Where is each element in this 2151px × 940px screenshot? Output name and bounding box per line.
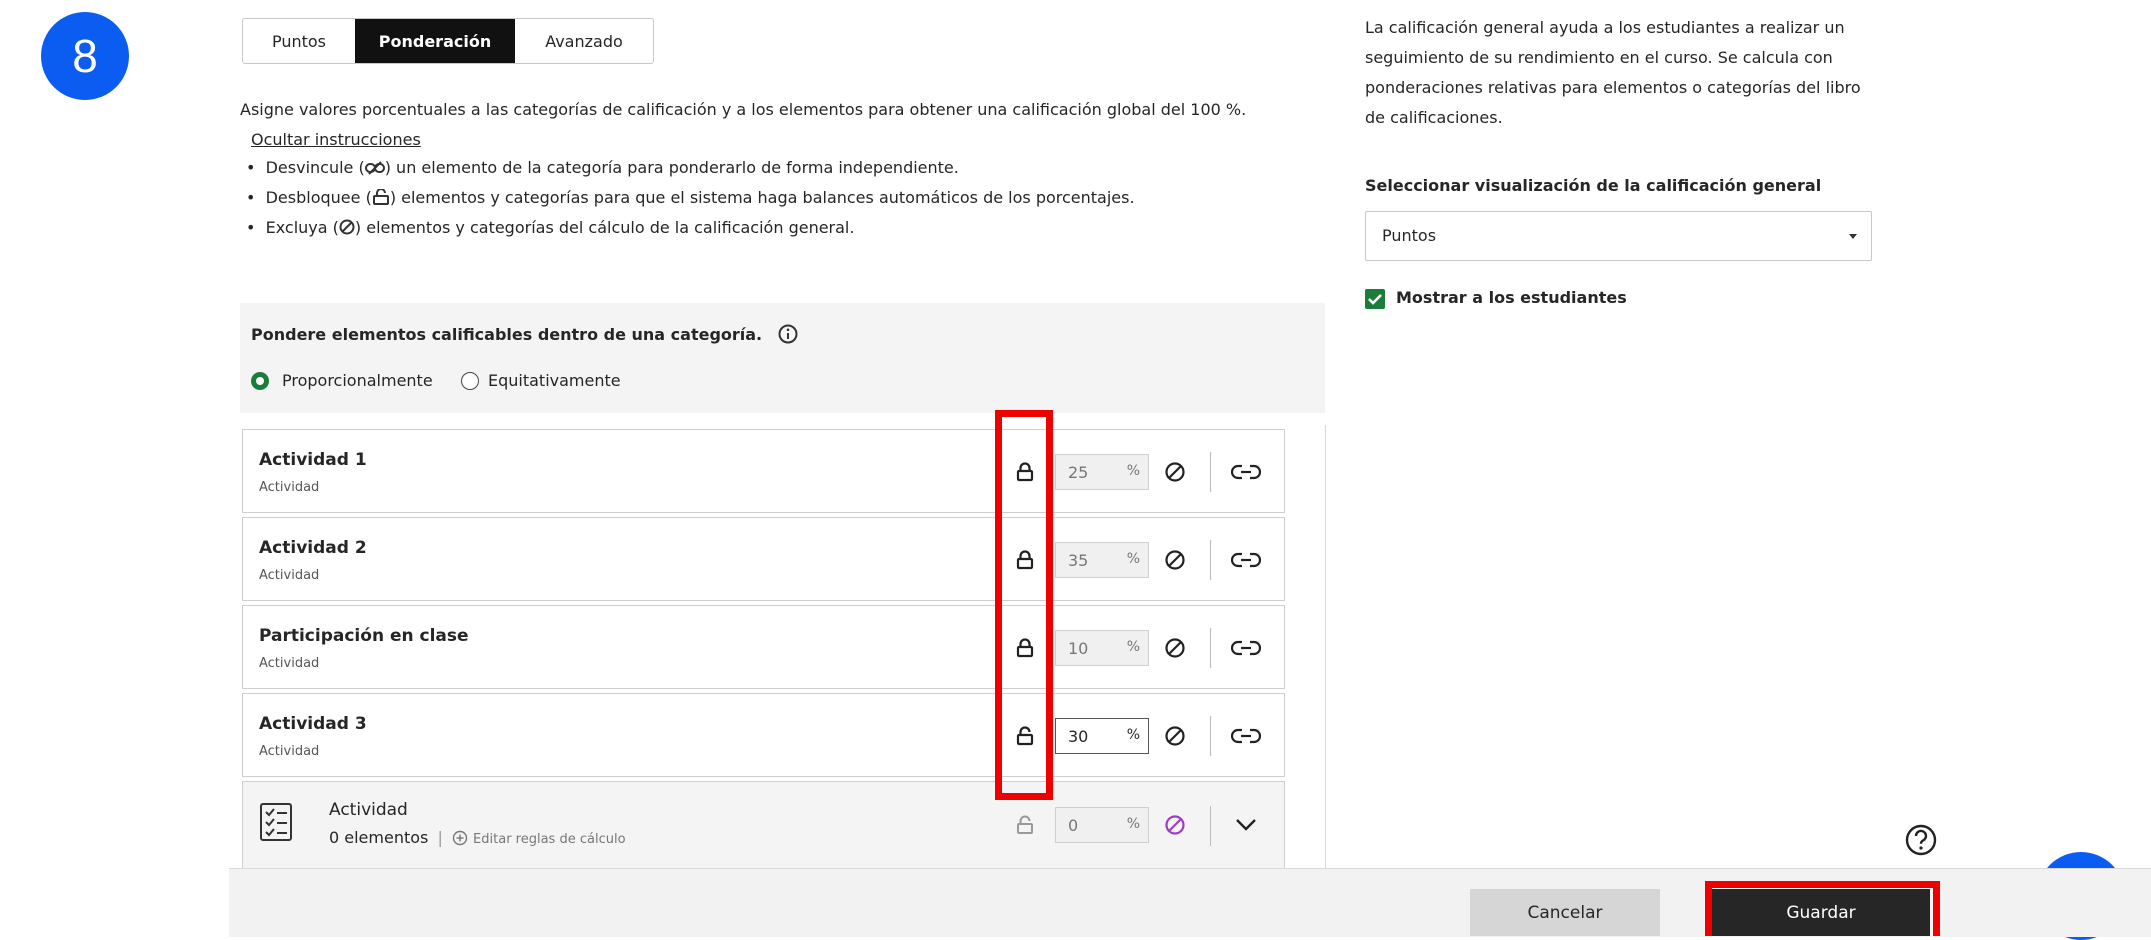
show-students-checkbox[interactable] — [1365, 289, 1385, 309]
category-title: Actividad — [329, 800, 408, 820]
item-type: Actividad — [259, 744, 320, 759]
instruction-unlink: • Desvincule ( ) un elemento de la catego… — [246, 158, 959, 177]
grade-item-row: Actividad 1 Actividad 25% — [242, 429, 1285, 513]
overall-description-line-3: ponderaciones relativas para elementos o… — [1365, 78, 1861, 97]
weight-value: 10 — [1068, 639, 1089, 658]
radio-proportional-label[interactable]: Proporcionalmente — [282, 371, 433, 390]
instruction-unlink-after: ) un elemento de la categoría para ponde… — [384, 158, 959, 177]
item-title: Actividad 2 — [259, 538, 367, 558]
grade-item-row: Actividad 3 Actividad 30% — [242, 693, 1285, 777]
chevron-down-icon[interactable] — [1235, 818, 1257, 832]
overall-description-line-1: La calificación general ayuda a los estu… — [1365, 18, 1845, 37]
percent-unit: % — [1126, 816, 1140, 832]
weight-value: 35 — [1068, 551, 1089, 570]
item-type: Actividad — [259, 656, 320, 671]
link-icon[interactable] — [1231, 639, 1261, 657]
tab-puntos[interactable]: Puntos — [243, 19, 355, 63]
overall-description-line-4: de calificaciones. — [1365, 108, 1503, 127]
item-type: Actividad — [259, 480, 320, 495]
instruction-unlink-before: Desvincule ( — [265, 158, 365, 177]
weight-input[interactable]: 10% — [1055, 630, 1149, 666]
percent-unit: % — [1126, 551, 1140, 567]
item-title: Actividad 1 — [259, 450, 367, 470]
weight-input[interactable]: 25% — [1055, 454, 1149, 490]
save-button-highlight — [1705, 881, 1940, 936]
radio-equal[interactable] — [461, 372, 479, 390]
tab-ponderacion[interactable]: Ponderación — [355, 19, 515, 63]
instruction-unlock: • Desbloquee ( ) elementos y categorías p… — [246, 188, 1135, 207]
bullet: • — [246, 188, 266, 207]
radio-equal-label[interactable]: Equitativamente — [488, 371, 621, 390]
mode-tabs: Puntos Ponderación Avanzado — [242, 18, 654, 64]
link-icon[interactable] — [1231, 727, 1261, 745]
percent-unit: % — [1126, 639, 1140, 655]
item-type: Actividad — [259, 568, 320, 583]
weight-input[interactable]: 30% — [1055, 718, 1149, 754]
edit-rules-link[interactable]: Editar reglas de cálculo — [473, 832, 625, 847]
cancel-button[interactable]: Cancelar — [1470, 889, 1660, 936]
checklist-icon — [260, 803, 292, 841]
grade-item-row: Participación en clase Actividad 10% — [242, 605, 1285, 689]
lock-column-highlight — [995, 410, 1053, 800]
instruction-exclude-before: Excluya ( — [265, 218, 339, 237]
unlink-icon — [364, 161, 385, 175]
bullet: • — [246, 218, 266, 237]
category-count: 0 elementos — [329, 828, 429, 847]
divider — [1210, 716, 1211, 756]
meta-divider: | — [437, 828, 443, 847]
divider — [1210, 452, 1211, 492]
divider — [1210, 628, 1211, 668]
weighting-heading: Pondere elementos calificables dentro de… — [251, 324, 798, 344]
overall-grade-display-select[interactable]: Puntos — [1365, 211, 1872, 261]
exclude-icon[interactable] — [1164, 725, 1186, 747]
show-students-label[interactable]: Mostrar a los estudiantes — [1396, 288, 1627, 307]
exclude-icon — [339, 219, 355, 235]
weight-input[interactable]: 35% — [1055, 542, 1149, 578]
grade-category-row: Actividad 0 elementos | Editar reglas de… — [242, 781, 1285, 868]
hide-instructions-link[interactable]: Ocultar instrucciones — [251, 130, 421, 149]
exclude-icon[interactable] — [1164, 461, 1186, 483]
unlock-icon[interactable] — [1015, 815, 1035, 835]
grade-item-row: Actividad 2 Actividad 35% — [242, 517, 1285, 601]
item-title: Participación en clase — [259, 626, 469, 646]
select-label: Seleccionar visualización de la califica… — [1365, 176, 1822, 195]
item-title: Actividad 3 — [259, 714, 367, 734]
unlock-icon — [372, 188, 389, 205]
radio-dot — [256, 377, 264, 385]
radio-proportional[interactable] — [251, 372, 269, 390]
link-icon[interactable] — [1231, 551, 1261, 569]
caret-down-icon — [1849, 234, 1857, 239]
list-scroll-track[interactable] — [1325, 425, 1326, 868]
percent-unit: % — [1126, 463, 1140, 479]
weight-value: 30 — [1068, 727, 1089, 746]
instruction-unlock-after: ) elementos y categorías para que el sis… — [389, 188, 1135, 207]
exclude-icon[interactable] — [1164, 637, 1186, 659]
help-icon[interactable] — [1904, 823, 1938, 857]
weight-value: 25 — [1068, 463, 1089, 482]
instruction-exclude: • Excluya ( ) elementos y categorías del … — [246, 218, 854, 237]
percent-unit: % — [1126, 727, 1140, 743]
bullet: • — [246, 158, 266, 177]
instruction-exclude-after: ) elementos y categorías del cálculo de … — [354, 218, 855, 237]
weighting-options-panel — [240, 303, 1325, 413]
info-icon[interactable] — [778, 324, 798, 344]
tab-avanzado[interactable]: Avanzado — [515, 19, 653, 63]
weighting-heading-text: Pondere elementos calificables dentro de… — [251, 325, 763, 344]
select-value: Puntos — [1382, 226, 1437, 245]
weight-value: 0 — [1068, 816, 1079, 835]
exclude-icon[interactable] — [1164, 549, 1186, 571]
exclude-icon[interactable] — [1164, 814, 1186, 836]
category-meta: 0 elementos | Editar reglas de cálculo — [329, 828, 626, 847]
instructions-intro: Asigne valores porcentuales a las catego… — [240, 100, 1247, 119]
divider — [1210, 806, 1211, 846]
divider — [1210, 540, 1211, 580]
check-icon — [1368, 294, 1382, 305]
add-circle-icon[interactable] — [452, 830, 468, 846]
instruction-unlock-before: Desbloquee ( — [265, 188, 372, 207]
step-badge-8: 8 — [41, 12, 129, 100]
overall-description-line-2: seguimiento de su rendimiento en el curs… — [1365, 48, 1833, 67]
link-icon[interactable] — [1231, 463, 1261, 481]
weight-input[interactable]: 0% — [1055, 807, 1149, 843]
